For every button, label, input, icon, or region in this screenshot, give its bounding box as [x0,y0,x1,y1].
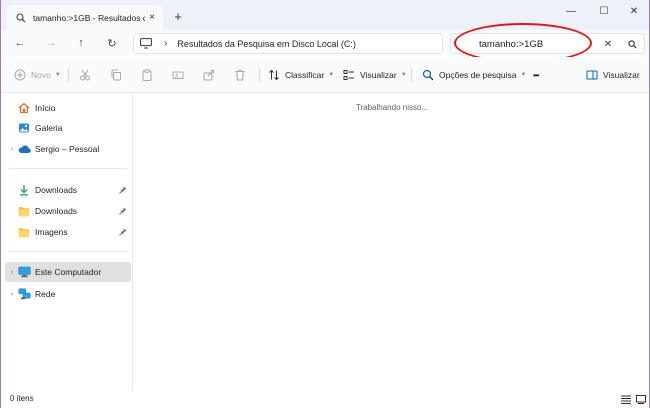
plus-circle-icon [13,68,27,82]
scissors-icon [78,68,92,82]
share-icon [202,68,216,82]
back-button[interactable]: ← [11,34,29,52]
preview-pane-button[interactable]: Visualizar [585,66,640,84]
download-icon [17,183,31,197]
computer-icon [17,265,31,279]
sidebar-item-pictures[interactable]: Imagens [5,222,130,242]
chevron-down-icon: ▼ [328,72,335,78]
sort-button[interactable]: Classificar ▼ [267,66,334,84]
file-explorer-window: tamanho:>1GB - Resultados da Pesquisa em… [0,0,650,408]
search-options-label: Opções de pesquisa [439,70,517,80]
cut-button[interactable] [78,66,96,84]
search-options-button[interactable]: Opções de pesquisa ▼ [421,66,526,84]
sidebar-item-home[interactable]: Início [5,98,130,118]
new-button[interactable]: Novo ▼ [13,66,61,84]
sidebar-item-label: Downloads [35,206,78,216]
share-button[interactable] [202,66,220,84]
search-box[interactable]: ✕ [450,33,645,54]
search-icon[interactable] [625,37,639,51]
computer-icon [140,38,154,50]
refresh-button[interactable]: ↻ [103,34,121,52]
sidebar-item-network[interactable]: › Rede [5,284,130,304]
status-bar: 0 itens [1,390,649,408]
command-bar: Novo ▼ A Classificar ▼ Visualizar ▼ Opçõ… [1,57,649,93]
folder-icon [17,204,31,218]
preview-pane-label: Visualizar [603,70,640,80]
close-window-button[interactable]: ✕ [618,0,649,22]
close-tab-icon[interactable]: × [145,11,159,25]
view-button[interactable]: Visualizar ▼ [342,66,407,84]
new-button-label: Novo [31,70,51,80]
trash-icon [233,68,247,82]
details-view-icon[interactable] [620,393,632,405]
file-list-area[interactable]: Trabalhando nisso... [134,93,649,390]
search-options-icon [421,68,435,82]
new-tab-button[interactable]: + [171,9,185,24]
rename-button[interactable]: A [171,66,189,84]
more-options-button[interactable]: ••• [533,66,539,84]
sidebar-item-label: Rede [35,289,56,299]
home-icon [17,101,31,115]
network-icon [17,287,31,301]
preview-pane-icon [585,68,599,82]
search-progress-text: Trabalhando nisso... [355,103,429,112]
tab-title: tamanho:>1GB - Resultados da Pesquisa em… [33,12,145,23]
navigation-pane: Início Galeria › Sergio – Pessoal Downlo… [1,93,133,390]
clear-search-icon[interactable]: ✕ [601,37,615,51]
item-count: 0 itens [10,394,34,403]
title-bar: tamanho:>1GB - Resultados da Pesquisa em… [1,0,649,30]
sidebar-item-label: Imagens [35,227,68,237]
search-input[interactable] [479,37,599,51]
folder-icon [17,225,31,239]
view-label: Visualizar [360,70,397,80]
breadcrumb-location[interactable]: Resultados da Pesquisa em Disco Local (C… [177,39,356,49]
gallery-icon [17,121,31,135]
chevron-right-icon[interactable]: › [7,291,17,298]
rename-icon: A [171,68,185,82]
delete-button[interactable] [233,66,251,84]
chevron-down-icon: ▼ [54,72,61,78]
clipboard-icon [140,68,154,82]
sidebar-item-label: Sergio – Pessoal [35,144,100,154]
paste-button[interactable] [140,66,158,84]
onedrive-icon [17,142,31,156]
sidebar-item-downloads-folder[interactable]: Downloads [5,201,130,221]
svg-text:A: A [175,73,179,79]
pin-icon[interactable] [118,227,128,237]
divider [68,68,69,82]
sidebar-item-gallery[interactable]: Galeria [5,118,130,138]
sidebar-item-label: Galeria [35,123,63,133]
minimize-button[interactable]: — [555,0,587,22]
sidebar-item-onedrive[interactable]: › Sergio – Pessoal [5,139,130,159]
breadcrumb-separator: › [164,38,168,49]
sort-icon [267,68,281,82]
sort-label: Classificar [285,70,325,80]
pin-icon[interactable] [118,185,128,195]
divider [9,168,127,169]
sidebar-item-downloads-quick[interactable]: Downloads [5,180,130,200]
search-icon [15,12,27,24]
divider [411,68,412,82]
address-bar[interactable]: › Resultados da Pesquisa em Disco Local … [133,33,443,54]
sidebar-item-this-pc[interactable]: › Este Computador [5,262,131,282]
chevron-right-icon[interactable]: › [7,269,17,276]
large-icons-view-icon[interactable] [635,393,647,405]
sidebar-item-label: Downloads [35,185,78,195]
chevron-right-icon[interactable]: › [7,146,17,153]
navigation-bar: ← → ↑ ↻ › Resultados da Pesquisa em Disc… [1,30,649,56]
divider [259,68,260,82]
copy-button[interactable] [109,66,127,84]
chevron-down-icon: ▼ [400,72,407,78]
sidebar-item-label: Este Computador [35,267,102,277]
chevron-down-icon: ▼ [520,72,527,78]
sidebar-item-label: Início [35,103,56,113]
tab-search-results[interactable]: tamanho:>1GB - Resultados da Pesquisa em… [7,5,163,30]
up-button[interactable]: ↑ [72,34,90,52]
divider [9,251,127,252]
view-list-icon [342,68,356,82]
copy-icon [109,68,123,82]
maximize-button[interactable]: ☐ [588,0,620,22]
pin-icon[interactable] [118,206,128,216]
forward-button[interactable]: → [42,34,60,52]
